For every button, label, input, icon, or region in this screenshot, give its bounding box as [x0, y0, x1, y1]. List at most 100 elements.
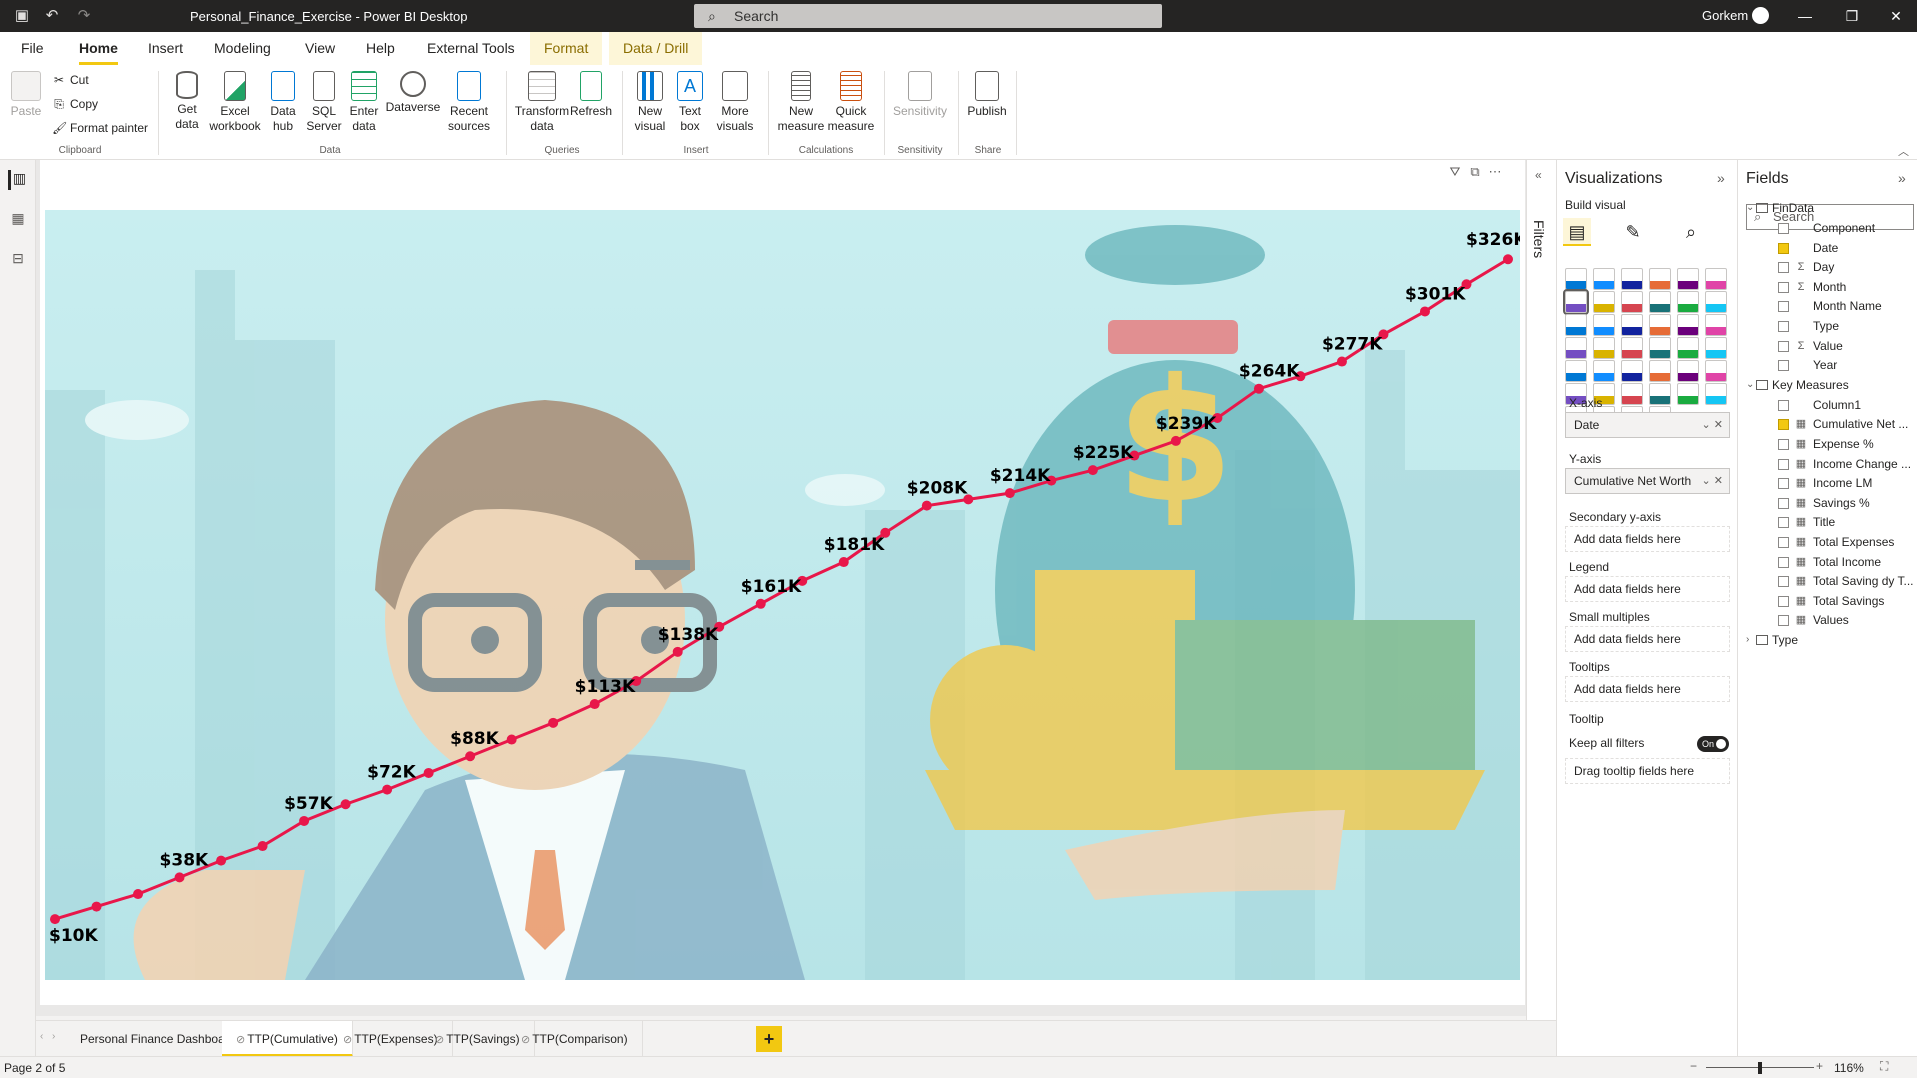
visual-type-icon[interactable]	[1705, 383, 1727, 405]
data-point[interactable]	[1336, 356, 1347, 367]
field-row[interactable]: Component	[1738, 218, 1917, 238]
field-checkbox[interactable]	[1778, 458, 1789, 470]
tab-external-tools[interactable]: External Tools	[427, 40, 515, 56]
search-box[interactable]: ⌕ Search	[694, 4, 1162, 28]
transform-data-button[interactable]: Transform data	[512, 71, 572, 134]
tab-help[interactable]: Help	[366, 40, 395, 56]
tab-view[interactable]: View	[305, 40, 335, 56]
visual-type-icon[interactable]	[1593, 314, 1615, 336]
field-row[interactable]: ▦ Title	[1738, 512, 1917, 532]
focus-mode-icon[interactable]: ⧉	[1465, 164, 1485, 180]
format-painter-button[interactable]: 🖌 Format painter	[52, 121, 148, 135]
user-name[interactable]: Gorkem	[1702, 8, 1748, 23]
fit-to-page-icon[interactable]: ⛶	[1880, 1059, 1888, 1074]
data-point[interactable]	[91, 901, 102, 912]
redo-icon[interactable]: ↷	[74, 6, 94, 26]
visual-type-icon[interactable]	[1621, 314, 1643, 336]
field-row[interactable]: Column1	[1738, 395, 1917, 415]
drillthrough-well[interactable]: Drag tooltip fields here	[1565, 758, 1730, 784]
field-checkbox[interactable]	[1778, 576, 1789, 588]
field-checkbox[interactable]	[1778, 478, 1789, 490]
data-point[interactable]	[340, 799, 351, 810]
collapse-ribbon-icon[interactable]: ︿	[1898, 143, 1909, 159]
field-row[interactable]: ▦ Total Income	[1738, 552, 1917, 572]
visual-type-icon[interactable]	[1649, 314, 1671, 336]
dataverse-button[interactable]: Dataverse	[384, 71, 442, 115]
data-point[interactable]	[1419, 306, 1430, 317]
field-table-row[interactable]: ⌄ FinData	[1738, 198, 1917, 218]
small-multiples-well[interactable]: Add data fields here	[1565, 626, 1730, 652]
tab-insert[interactable]: Insert	[148, 40, 183, 56]
tab-data-drill[interactable]: Data / Drill	[609, 32, 703, 65]
field-checkbox[interactable]	[1778, 321, 1789, 332]
data-point[interactable]	[423, 767, 434, 778]
zoom-out-icon[interactable]: −	[1690, 1059, 1697, 1073]
field-row[interactable]: Month Name	[1738, 296, 1917, 316]
visual-type-icon[interactable]	[1565, 337, 1587, 359]
data-point[interactable]	[1503, 254, 1513, 265]
field-checkbox[interactable]	[1778, 497, 1789, 509]
field-row[interactable]: ▦ Expense %	[1738, 434, 1917, 454]
visual-type-icon[interactable]	[1677, 360, 1699, 382]
visual-type-icon[interactable]	[1565, 360, 1587, 382]
visual-type-icon[interactable]	[1677, 383, 1699, 405]
data-point[interactable]	[838, 557, 849, 568]
collapse-fields-icon[interactable]: »	[1898, 170, 1906, 186]
visual-type-icon[interactable]	[1649, 360, 1671, 382]
analytics-tab-icon[interactable]: ⌕	[1677, 218, 1705, 246]
line-chart-visual[interactable]: $ $10K $38K $57K $72K $88K $113K $138K $161K $18…	[45, 210, 1520, 980]
more-visuals-button[interactable]: More visuals	[712, 71, 758, 134]
field-row[interactable]: ▦ Savings %	[1738, 493, 1917, 513]
data-view-icon[interactable]: ▦	[8, 210, 28, 230]
text-box-button[interactable]: A Text box	[672, 71, 708, 134]
data-point[interactable]	[465, 751, 476, 762]
field-checkbox[interactable]	[1778, 595, 1789, 607]
data-point[interactable]	[589, 699, 600, 710]
field-table-row[interactable]: ⌄ Key Measures	[1738, 375, 1917, 395]
data-point[interactable]	[755, 598, 766, 609]
copy-button[interactable]: ⎘ Copy	[52, 97, 98, 112]
yaxis-well[interactable]: Cumulative Net Worth ⌄ ✕	[1565, 468, 1730, 494]
data-point[interactable]	[1004, 488, 1015, 499]
data-point[interactable]	[921, 500, 932, 511]
tab-modeling[interactable]: Modeling	[214, 40, 271, 56]
field-row[interactable]: ▦ Cumulative Net ...	[1738, 414, 1917, 434]
data-point[interactable]	[1253, 383, 1264, 394]
data-point[interactable]	[672, 646, 683, 657]
field-chevron-icon[interactable]: ⌄ ✕	[1702, 413, 1724, 437]
field-checkbox[interactable]	[1778, 517, 1789, 529]
build-visual-tab-icon[interactable]: ▤	[1563, 218, 1591, 246]
filters-pane-collapsed[interactable]: « Filters	[1526, 160, 1556, 1056]
data-point[interactable]	[1170, 435, 1181, 446]
field-checkbox[interactable]	[1778, 360, 1789, 372]
field-row[interactable]: ▦ Values	[1738, 610, 1917, 630]
data-point[interactable]	[299, 815, 310, 826]
visual-type-icon[interactable]	[1649, 268, 1671, 290]
field-row[interactable]: Date	[1738, 238, 1917, 258]
visual-type-icon[interactable]	[1593, 337, 1615, 359]
field-table-row[interactable]: › Type	[1738, 630, 1917, 650]
visual-type-icon[interactable]	[1565, 314, 1587, 336]
data-point[interactable]	[216, 855, 227, 866]
more-options-icon[interactable]: ⋯	[1485, 164, 1505, 180]
field-row[interactable]: Year	[1738, 355, 1917, 375]
field-row[interactable]: Σ Month	[1738, 277, 1917, 297]
visual-type-icon[interactable]	[1705, 360, 1727, 382]
visual-type-icon[interactable]	[1565, 268, 1587, 290]
save-icon[interactable]: ▣	[12, 6, 32, 26]
visual-type-icon[interactable]	[1677, 314, 1699, 336]
field-checkbox[interactable]	[1778, 419, 1789, 431]
visual-type-icon[interactable]	[1621, 360, 1643, 382]
visual-type-icon[interactable]	[1563, 289, 1589, 315]
field-checkbox[interactable]	[1778, 556, 1789, 568]
tab-format[interactable]: Format	[530, 32, 603, 65]
excel-workbook-button[interactable]: Excel workbook	[208, 71, 262, 134]
restore-button[interactable]: ❐	[1829, 4, 1875, 28]
field-checkbox[interactable]	[1778, 399, 1789, 411]
minimize-button[interactable]: —	[1782, 4, 1828, 28]
field-row[interactable]: ▦ Total Expenses	[1738, 532, 1917, 552]
visual-type-icon[interactable]	[1593, 268, 1615, 290]
get-data-button[interactable]: Get data	[166, 71, 208, 132]
field-row[interactable]: ▦ Income Change ...	[1738, 454, 1917, 474]
visual-type-icon[interactable]	[1677, 291, 1699, 313]
